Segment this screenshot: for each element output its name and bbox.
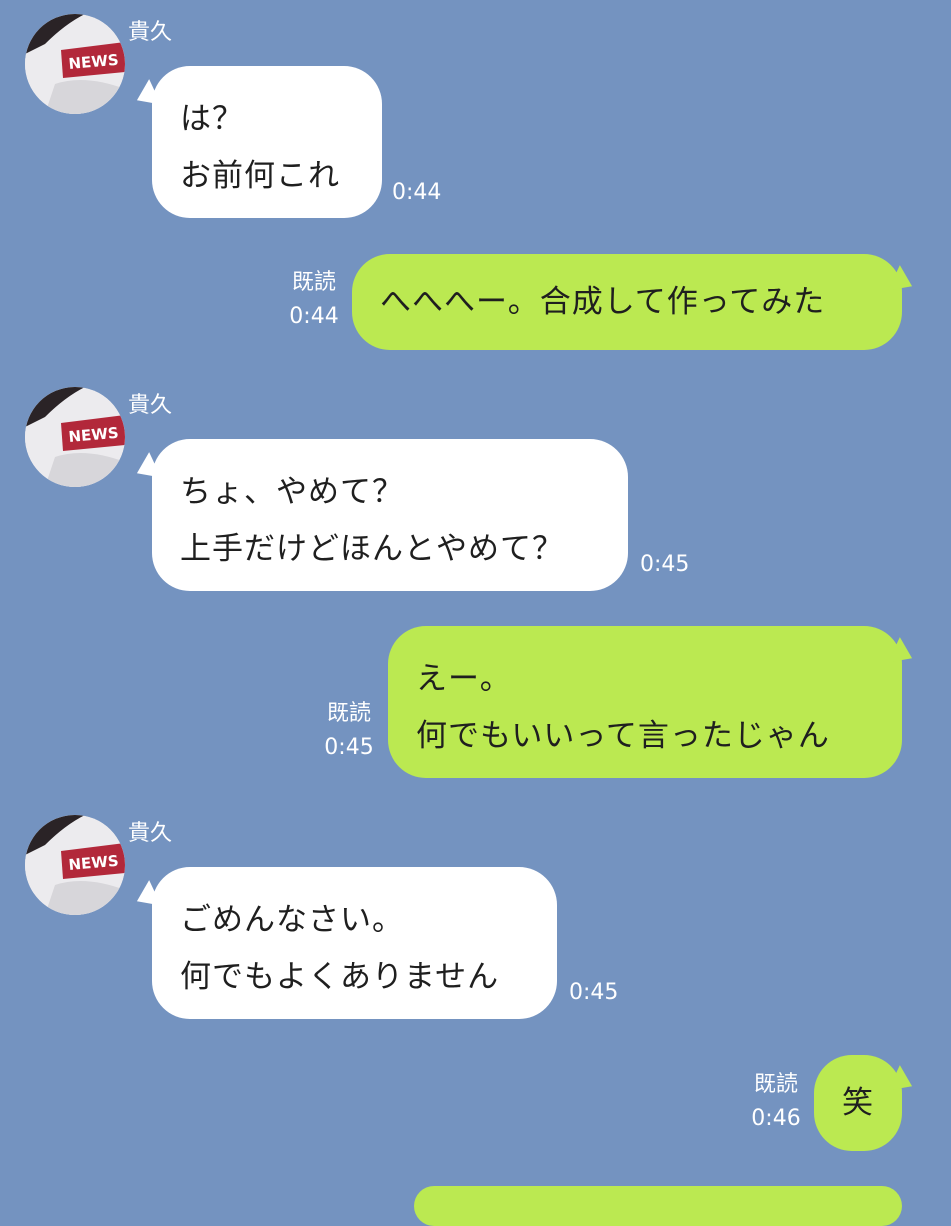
contact-avatar[interactable]: NEWS [25, 815, 125, 915]
message-time: 0:45 [324, 735, 374, 760]
message-text: へへへー。合成して作ってみた [380, 284, 826, 320]
message-time: 0:44 [392, 180, 442, 205]
message-meta: 0:45 [640, 548, 689, 582]
message-bubble-outgoing[interactable]: 笑 [814, 1055, 902, 1151]
message-text: 上手だけどほんとやめて？ [180, 531, 564, 567]
read-receipt: 既読 [326, 701, 371, 726]
message-time: 0:46 [751, 1106, 801, 1131]
message-bubble-outgoing[interactable]: へへへー。合成して作ってみた [352, 254, 902, 350]
avatar-image: NEWS [25, 14, 125, 114]
message-bubble-incoming[interactable]: ごめんなさい。 何でもよくありません [152, 867, 557, 1019]
message-text: は？ [180, 101, 244, 137]
message-text: 何でもよくありません [180, 959, 500, 995]
message-time: 0:44 [289, 304, 339, 329]
message-bubble-incoming[interactable]: は？ お前何これ [152, 66, 382, 218]
message-time: 0:45 [569, 980, 619, 1005]
sender-name: 貴久 [128, 20, 173, 45]
message-meta: 既読 0:45 [318, 697, 380, 765]
message-meta: 0:45 [569, 976, 618, 1010]
message-bubble-outgoing[interactable]: えー。 何でもいいって言ったじゃん [388, 626, 902, 778]
message-meta: 0:44 [392, 176, 441, 210]
message-time: 0:45 [640, 552, 690, 577]
contact-avatar[interactable]: NEWS [25, 387, 125, 487]
message-meta: 既読 0:46 [745, 1068, 807, 1136]
contact-avatar[interactable]: NEWS [25, 14, 125, 114]
message-text: ちょ、やめて？ [180, 474, 404, 510]
message-text: ごめんなさい。 [180, 902, 404, 938]
read-receipt: 既読 [753, 1072, 798, 1097]
sender-name: 貴久 [128, 821, 173, 846]
message-text: 何でもいいって言ったじゃん [416, 718, 830, 754]
avatar-image: NEWS [25, 387, 125, 487]
message-text: えー。 [416, 661, 512, 697]
message-text: 笑 [842, 1085, 874, 1121]
avatar-image: NEWS [25, 815, 125, 915]
message-text: お前何これ [180, 158, 340, 194]
message-bubble-outgoing-partial[interactable] [414, 1186, 902, 1226]
message-bubble-incoming[interactable]: ちょ、やめて？ 上手だけどほんとやめて？ [152, 439, 628, 591]
chat-view[interactable]: NEWS 貴久 は？ お前何これ 0:44 既読 0:44 へへへー。合成して作… [0, 0, 951, 1226]
read-receipt: 既読 [291, 270, 336, 295]
sender-name: 貴久 [128, 393, 173, 418]
message-meta: 既読 0:44 [283, 266, 345, 334]
